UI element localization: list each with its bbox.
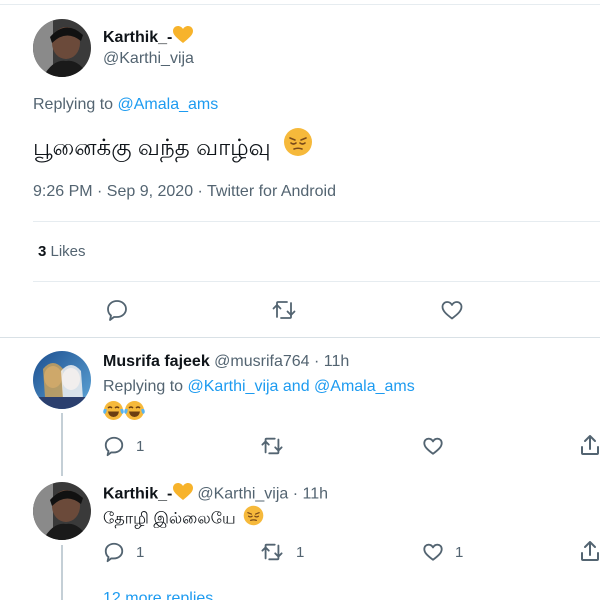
replying-to-link[interactable]: @Amala_ams xyxy=(118,96,219,113)
main-tweet-text: பூனைக்கு வந்த வாழ்வு xyxy=(33,134,271,160)
retweet-icon[interactable] xyxy=(271,298,297,322)
main-tweet-timestamp[interactable]: 9:26 PM · Sep 9, 2020 · Twitter for Andr… xyxy=(33,183,336,201)
replying-prefix: Replying to xyxy=(33,96,118,113)
top-border xyxy=(0,0,600,5)
reply2-reply-count: 1 xyxy=(136,544,145,561)
like-icon[interactable] xyxy=(440,298,464,322)
replying-prefix: Replying to xyxy=(103,378,188,395)
reply1-text xyxy=(103,400,145,426)
like-icon[interactable] xyxy=(422,541,444,563)
retweet-icon[interactable] xyxy=(260,435,284,457)
reply2-text: தோழி இல்லையே xyxy=(103,510,236,528)
reply1-avatar[interactable] xyxy=(33,351,91,409)
reply2-header: Karthik_- @Karthi_vija · 11h xyxy=(103,483,328,506)
reply1-display-name[interactable]: Musrifa fajeek xyxy=(103,353,210,370)
heart-emoji-icon xyxy=(173,483,194,506)
reply2-text-row: தோழி இல்லையே xyxy=(103,505,264,531)
pensive-emoji-icon xyxy=(283,127,313,166)
reply2-avatar[interactable] xyxy=(33,482,91,540)
more-replies-link[interactable]: 12 more replies xyxy=(103,589,213,600)
heart-emoji-icon xyxy=(173,26,194,50)
replying-to-link[interactable]: @Karthi_vija and @Amala_ams xyxy=(188,378,415,395)
reply1-time[interactable]: · 11h xyxy=(314,353,349,370)
reply2-retweet-count: 1 xyxy=(296,544,305,561)
divider xyxy=(33,281,600,282)
main-tweet-avatar[interactable] xyxy=(33,19,91,77)
divider xyxy=(0,337,600,338)
divider xyxy=(33,221,600,222)
like-icon[interactable] xyxy=(422,435,444,457)
reply-icon[interactable] xyxy=(105,298,129,322)
reply2-like-count: 1 xyxy=(455,544,464,561)
likes-label: Likes xyxy=(46,243,86,260)
tears-of-joy-emoji-icon xyxy=(103,400,124,426)
reply2-handle[interactable]: @Karthi_vija xyxy=(197,486,288,503)
reply-icon[interactable] xyxy=(103,435,125,457)
main-tweet-text-row: பூனைக்கு வந்த வாழ்வு xyxy=(33,127,313,166)
share-icon[interactable] xyxy=(580,540,600,562)
main-tweet-display-name[interactable]: Karthik_- xyxy=(103,29,172,46)
main-tweet-handle[interactable]: @Karthi_vija xyxy=(103,50,194,68)
reply1-replying-to: Replying to @Karthi_vija and @Amala_ams xyxy=(103,378,415,396)
reply1-handle[interactable]: @musrifa764 xyxy=(214,353,309,370)
reply1-reply-count: 1 xyxy=(136,438,145,455)
main-tweet-author[interactable]: Karthik_- xyxy=(103,26,194,50)
retweet-icon[interactable] xyxy=(260,541,284,563)
share-icon[interactable] xyxy=(580,434,600,456)
reply2-display-name[interactable]: Karthik_- xyxy=(103,486,172,503)
main-tweet-replying-to: Replying to @Amala_ams xyxy=(33,96,218,114)
thread-line xyxy=(61,413,63,476)
reply1-header: Musrifa fajeek @musrifa764 · 11h xyxy=(103,353,349,371)
reply-icon[interactable] xyxy=(103,541,125,563)
main-tweet-likes[interactable]: 3 Likes xyxy=(38,243,86,260)
pensive-emoji-icon xyxy=(243,505,264,531)
reply2-time[interactable]: · 11h xyxy=(293,486,328,503)
tears-of-joy-emoji-icon xyxy=(124,400,145,426)
thread-line xyxy=(61,545,63,600)
